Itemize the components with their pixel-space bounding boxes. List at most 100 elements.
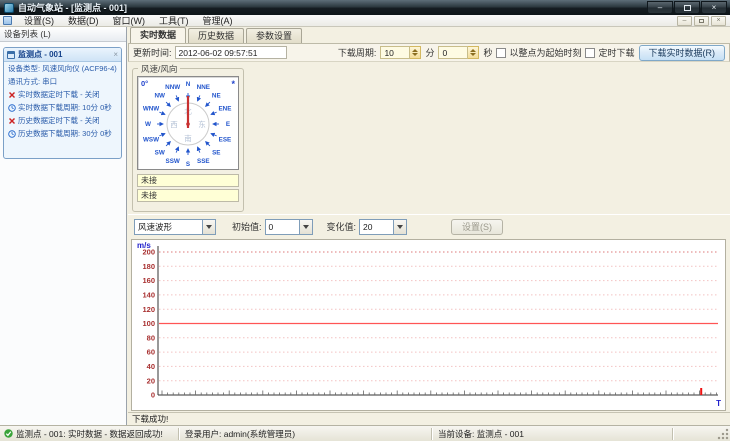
svg-text:0: 0 [151,391,155,400]
resize-grip[interactable] [717,428,729,440]
device-comm-line: 通讯方式: 串口 [8,77,58,86]
window-title: 自动气象站 - [监测点 - 001] [18,3,128,13]
pin-icon[interactable]: × [113,50,118,59]
maximize-button[interactable] [674,1,700,14]
status-segment-user: 登录用户: admin(系统管理员) [185,428,296,439]
chevron-down-icon [298,219,312,234]
download-realtime-button[interactable]: 下载实时数据(R) [638,44,725,61]
svg-text:SSW: SSW [166,158,180,165]
close-red-icon [9,117,15,124]
update-time-label: 更新时间: [133,48,172,58]
svg-text:N: N [186,81,191,88]
mdi-close-button[interactable]: × [711,16,726,26]
status-segment-device: 当前设备: 监测点 - 001 [438,428,524,439]
wind-direction-value-field: 未接 [137,189,239,202]
minimize-button[interactable]: – [647,1,673,14]
chart-x-axis-label: T [716,399,721,408]
chart-y-axis-label: m/s [137,241,151,250]
initial-value-label: 初始值: [232,222,262,232]
clock-icon [8,129,16,138]
minutes-stepper: 10 [380,46,422,59]
svg-text:南: 南 [184,133,192,143]
svg-text:60: 60 [147,348,155,357]
chart-plot-area: 020406080100120140160180200 [142,246,718,400]
device-box-header[interactable]: 监测点 - 001 × [4,48,121,62]
seconds-input[interactable]: 0 [438,46,469,59]
menu-settings[interactable]: 设置(S) [17,15,61,27]
svg-text:W: W [145,121,151,128]
minutes-unit-label: 分 [425,48,435,58]
compass-corner-mark: * [231,79,235,89]
download-period-label: 下载周期: [337,48,377,58]
spin-down-icon [412,53,419,56]
device-list-header: 设备列表 (L) [0,27,126,42]
align-hour-checkbox-group: 以整点为起始时刻 [496,46,581,59]
wind-degree-label: 0° [141,79,149,88]
menu-manage[interactable]: 管理(A) [196,15,240,27]
title-bar: 自动气象站 - [监测点 - 001] – × [0,0,730,15]
settings-button[interactable]: 设置(S) [451,218,504,235]
application-window: 自动气象站 - [监测点 - 001] – × 设置(S) 数据(D) 窗口(W… [0,0,730,441]
mdi-minimize-button[interactable]: – [677,16,692,26]
tab-realtime-data[interactable]: 实时数据 [130,27,187,43]
svg-text:NNE: NNE [197,84,210,91]
menu-tools[interactable]: 工具(T) [152,15,196,27]
minutes-spin-buttons[interactable] [410,46,422,59]
seconds-unit-label: 秒 [483,48,493,58]
svg-text:180: 180 [142,262,155,271]
timed-download-checkbox[interactable] [585,47,596,58]
svg-text:100: 100 [142,319,155,328]
svg-text:SE: SE [212,149,220,156]
device-info-box: 监测点 - 001 × 设备类型: 风速风向仪 (ACF96-4) 通讯方式: … [3,47,122,159]
history-period-line: 历史数据下载周期: 30分 0秒 [4,127,121,140]
seconds-stepper: 0 [438,46,480,59]
svg-text:ENE: ENE [218,106,231,113]
svg-text:S: S [186,161,190,168]
maximize-icon [683,5,691,11]
tab-strip: 实时数据 历史数据 参数设置 [128,27,730,43]
wind-group-label: 风速/风向 [138,63,181,75]
chevron-down-icon [202,219,215,234]
menu-data[interactable]: 数据(D) [61,15,106,27]
svg-text:140: 140 [142,291,155,300]
spin-down-icon [470,53,477,56]
svg-text:东: 东 [198,119,206,129]
status-ok-icon [4,429,13,438]
svg-text:NE: NE [212,93,221,100]
toolbar: 更新时间: 2012-06-02 09:57:51 下载周期: 10 分 0 秒… [128,43,730,62]
chevron-down-icon [393,219,407,234]
menu-bar: 设置(S) 数据(D) 窗口(W) 工具(T) 管理(A) – × [0,15,730,27]
minutes-input[interactable]: 10 [380,46,411,59]
close-button[interactable]: × [701,1,727,14]
tab-history-data[interactable]: 历史数据 [188,28,245,43]
change-value-select[interactable]: 20 [359,218,408,235]
realtime-period-line: 实时数据下载周期: 10分 0秒 [4,101,121,114]
change-value-label: 变化值: [326,222,357,232]
svg-text:20: 20 [147,376,155,385]
mdi-child-icon[interactable] [3,16,12,25]
align-hour-checkbox[interactable] [496,47,507,58]
realtime-timed-download-line: 实时数据定时下载 - 关闭 [4,88,121,101]
wind-compass: 0° * N NNE NE ENE E ESE SE SSE S SSW SW WSW W WNW NW NN… [137,76,239,170]
device-list-panel: 设备列表 (L) 监测点 - 001 × 设备类型: 风速风向仪 (ACF96-… [0,27,127,425]
status-separator [672,427,673,440]
svg-text:SW: SW [155,149,165,156]
svg-text:SSE: SSE [197,158,210,165]
close-red-icon [9,91,15,98]
device-icon [7,50,15,59]
svg-text:NW: NW [154,93,165,100]
app-icon [4,2,14,13]
initial-value-select[interactable]: 0 [264,218,313,235]
clock-icon [8,103,16,112]
timed-download-label: 定时下载 [598,48,635,58]
mdi-restore-button[interactable] [694,16,709,26]
status-segment-result: 监测点 - 001: 实时数据 - 数据返回成功! [0,428,178,440]
waveform-select[interactable]: 风速波形 [134,218,216,235]
svg-text:NNW: NNW [165,84,180,91]
seconds-spin-buttons[interactable] [468,46,480,59]
download-status-line: 下载成功! [128,412,730,425]
svg-text:WSW: WSW [143,136,159,143]
svg-text:120: 120 [142,305,155,314]
menu-window[interactable]: 窗口(W) [106,15,153,27]
tab-parameter-settings[interactable]: 参数设置 [246,28,303,43]
